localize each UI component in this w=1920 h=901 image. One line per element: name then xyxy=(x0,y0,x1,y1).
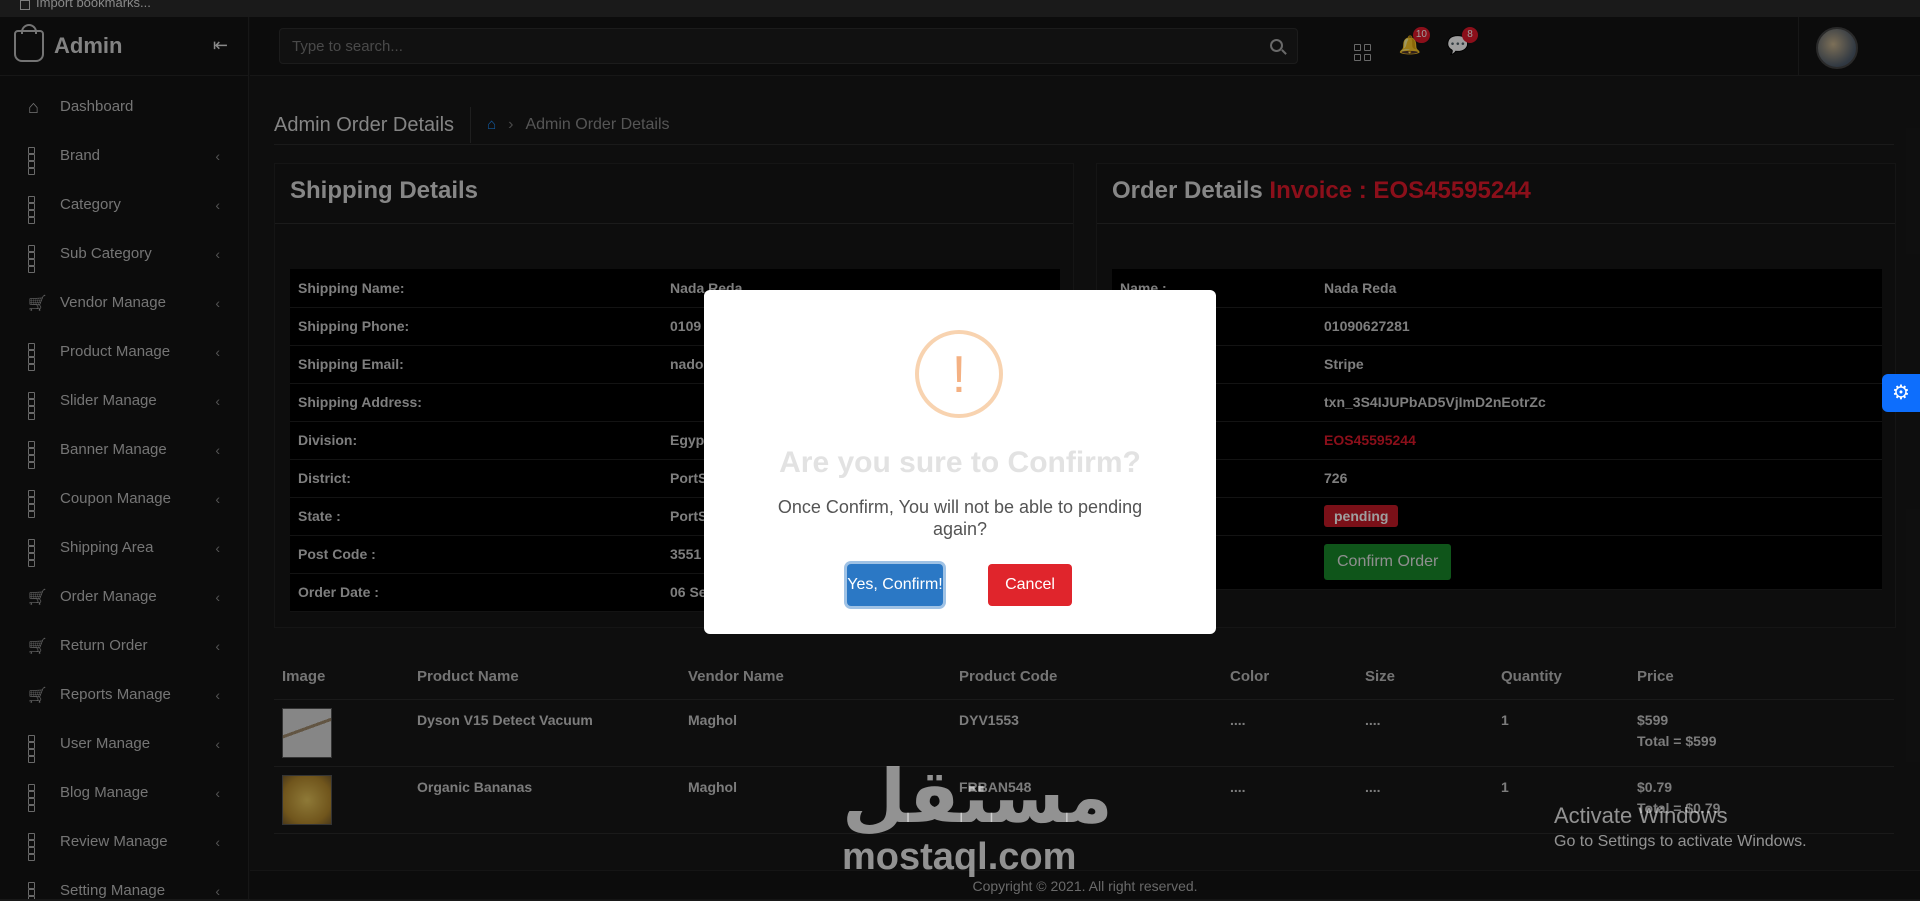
settings-gear-icon[interactable]: ⚙ xyxy=(1882,374,1920,412)
activate-windows-title: Activate Windows xyxy=(1554,803,1728,828)
cancel-button[interactable]: Cancel xyxy=(988,564,1072,606)
watermark-latin: mostaql.com xyxy=(842,836,1077,878)
dialog-text: Once Confirm, You will not be able to pe… xyxy=(777,497,1143,539)
watermark-arabic: مستقل xyxy=(842,754,1113,840)
confirm-dialog: ! Are you sure to Confirm? Once Confirm,… xyxy=(704,290,1216,634)
yes-confirm-button[interactable]: Yes, Confirm! xyxy=(847,564,943,606)
activate-windows-subtitle: Go to Settings to activate Windows. xyxy=(1554,833,1807,850)
dialog-title: Are you sure to Confirm? xyxy=(779,446,1141,479)
windows-activation-notice: Activate Windows Go to Settings to activ… xyxy=(1554,803,1807,851)
warning-icon: ! xyxy=(915,330,1003,418)
